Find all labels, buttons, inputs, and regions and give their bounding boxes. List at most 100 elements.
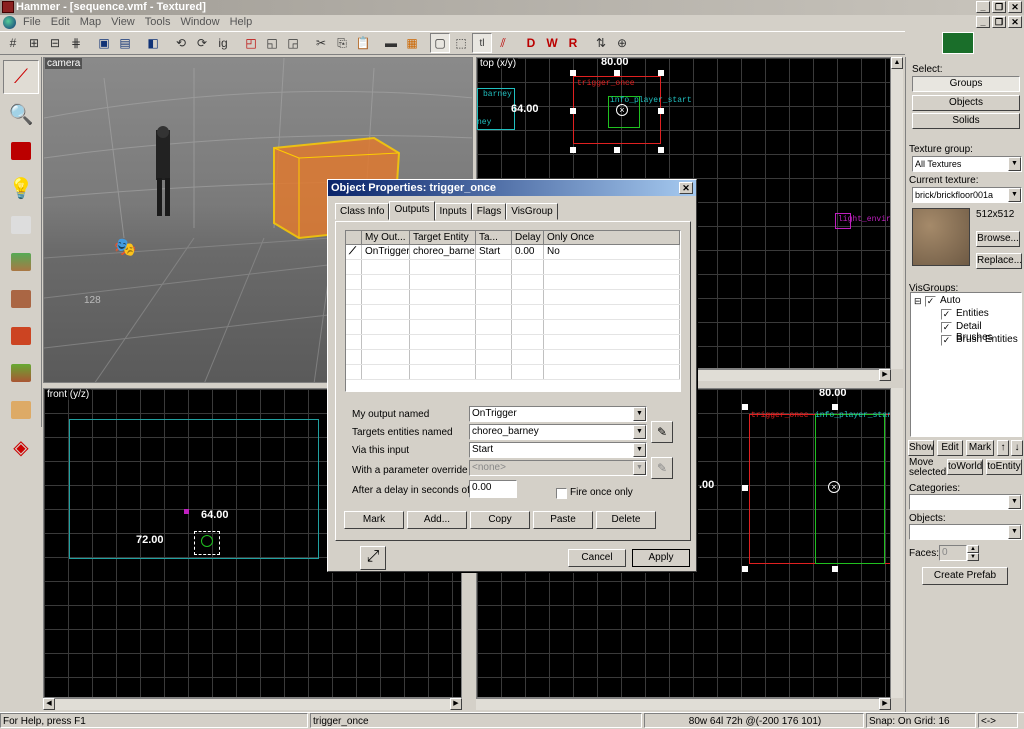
browse-button[interactable]: Browse... <box>976 231 1020 247</box>
select-objects-button[interactable]: Objects <box>912 95 1020 111</box>
grid-larger-icon[interactable]: ⊟ <box>45 33 65 53</box>
eyedropper-icon[interactable]: ✎ <box>651 421 673 443</box>
scroll-left-icon[interactable]: ◀ <box>43 698 55 710</box>
compile-icon[interactable]: ◧ <box>143 33 163 53</box>
chevron-down-icon[interactable]: ▼ <box>633 407 646 421</box>
select-groups-button[interactable]: Groups <box>912 76 1020 92</box>
minimize-button[interactable]: _ <box>976 1 990 13</box>
vertex-tool-icon[interactable] <box>3 393 39 427</box>
hollow-icon[interactable]: ◱ <box>262 33 282 53</box>
menu-file[interactable]: File <box>18 15 46 30</box>
delete-button[interactable]: Delete <box>596 511 656 529</box>
tab-class-info[interactable]: Class Info <box>335 203 390 220</box>
top-view-vscroll[interactable]: ▲ <box>891 57 903 369</box>
side-view-hscroll[interactable]: ▶ <box>476 698 891 710</box>
block-tool-icon[interactable] <box>3 208 39 242</box>
fire-once-checkbox[interactable] <box>556 488 567 499</box>
undo-icon[interactable]: ⟲ <box>171 33 191 53</box>
scroll-right-icon[interactable]: ▶ <box>879 369 891 381</box>
chevron-down-icon[interactable]: ▼ <box>1008 495 1021 509</box>
chevron-down-icon[interactable]: ▼ <box>633 461 646 475</box>
arrow-down-icon[interactable]: ↓ <box>1011 440 1023 456</box>
menu-map[interactable]: Map <box>75 15 106 30</box>
selection-box-icon[interactable]: ▢ <box>430 33 450 53</box>
col-only-once[interactable]: Only Once <box>544 231 680 244</box>
tab-inputs[interactable]: Inputs <box>434 203 472 220</box>
apply-button[interactable]: Apply <box>632 549 690 567</box>
grid-icon[interactable]: # <box>3 33 23 53</box>
tab-visgroup[interactable]: VisGroup <box>506 203 558 220</box>
categories-select[interactable]: ▼ <box>909 494 1022 510</box>
cancel-button[interactable]: Cancel <box>568 549 626 567</box>
carve-icon[interactable]: ◰ <box>241 33 261 53</box>
apply-texture-tool-icon[interactable] <box>3 282 39 316</box>
side-view-vscroll[interactable] <box>891 388 903 698</box>
chevron-down-icon[interactable]: ▼ <box>1008 157 1021 171</box>
outputs-list[interactable]: My Out... Target Entity Ta... Delay Only… <box>345 230 681 392</box>
visgroup-item[interactable]: Auto <box>940 295 961 306</box>
to-world-button[interactable]: toWorld <box>947 459 983 475</box>
camera-tool-icon[interactable] <box>3 134 39 168</box>
col-target-input[interactable]: Ta... <box>476 231 512 244</box>
parameter-override-select[interactable]: <none> ▼ <box>469 460 647 476</box>
grid-smaller-icon[interactable]: ⊞ <box>24 33 44 53</box>
redo-icon[interactable]: ⟳ <box>192 33 212 53</box>
spin-up-icon[interactable]: ▲ <box>967 545 979 553</box>
transform-icon[interactable]: ⫽ <box>493 33 513 53</box>
table-row[interactable]: ⟋ OnTrigger choreo_barney Start 0.00 No <box>346 245 680 260</box>
paste-icon[interactable]: 📋 <box>353 33 373 53</box>
to-entity-button[interactable]: toEntity <box>986 459 1022 475</box>
dialog-close-button[interactable]: ✕ <box>679 182 693 194</box>
texture-app-tool-icon[interactable] <box>3 245 39 279</box>
zoom-box-icon[interactable]: ⬚ <box>451 33 471 53</box>
visgroups-tree[interactable]: ⊟ ✓ Auto ✓ Entities ✓ Detail Brushes ✓ B… <box>910 292 1022 437</box>
textured-icon[interactable]: ▦ <box>402 33 422 53</box>
front-view-hscroll[interactable]: ◀ ▶ <box>43 698 462 710</box>
scroll-right-icon[interactable]: ▶ <box>450 698 462 710</box>
chevron-down-icon[interactable]: ▼ <box>633 425 646 439</box>
magnify-tool-icon[interactable]: 🔍 <box>3 97 39 131</box>
document-globe-icon[interactable] <box>3 16 16 29</box>
copy-button[interactable]: Copy <box>470 511 530 529</box>
save-window-icon[interactable]: ▤ <box>115 33 135 53</box>
doc-restore-button[interactable]: ❐ <box>992 16 1006 28</box>
col-delay[interactable]: Delay <box>512 231 544 244</box>
copy-icon[interactable]: ⎘ <box>332 33 352 53</box>
chevron-down-icon[interactable]: ▼ <box>1008 188 1021 202</box>
menu-edit[interactable]: Edit <box>46 15 75 30</box>
visgroup-edit-button[interactable]: Edit <box>937 440 963 456</box>
path-tool-icon[interactable]: ◈ <box>3 430 39 464</box>
visgroup-show-button[interactable]: Show <box>908 440 934 456</box>
scroll-right-icon[interactable]: ▶ <box>879 698 891 710</box>
mark-button[interactable]: Mark <box>344 511 404 529</box>
text-label-icon[interactable]: tl <box>472 33 492 53</box>
visgroup-item[interactable]: Entities <box>956 308 989 319</box>
texture-lock-icon[interactable]: ig <box>213 33 233 53</box>
tab-outputs[interactable]: Outputs <box>389 201 435 221</box>
menu-window[interactable]: Window <box>175 15 224 30</box>
output-name-select[interactable]: OnTrigger ▼ <box>469 406 647 422</box>
spin-down-icon[interactable]: ▼ <box>967 553 979 561</box>
cordon-icon[interactable]: R <box>563 33 583 53</box>
restore-button[interactable]: ❐ <box>992 1 1006 13</box>
via-input-select[interactable]: Start ▼ <box>469 442 647 458</box>
add-button[interactable]: Add... <box>407 511 467 529</box>
chevron-down-icon[interactable]: ▼ <box>1008 525 1021 539</box>
entity-tool-icon[interactable]: 💡 <box>3 171 39 205</box>
chevron-down-icon[interactable]: ▼ <box>633 443 646 457</box>
select-solids-button[interactable]: Solids <box>912 113 1020 129</box>
col-my-output[interactable]: My Out... <box>362 231 410 244</box>
tab-flags[interactable]: Flags <box>471 203 507 220</box>
current-texture-select[interactable]: brick/brickfloor001a ▼ <box>912 187 1022 203</box>
decal-tool-icon[interactable] <box>3 319 39 353</box>
eyedropper-disabled-icon[interactable]: ✎ <box>651 457 673 479</box>
close-button[interactable]: ✕ <box>1008 1 1022 13</box>
run-map-icon[interactable]: ⇅ <box>591 33 611 53</box>
group-ignore-icon[interactable]: D <box>521 33 541 53</box>
group-icon[interactable]: ◲ <box>283 33 303 53</box>
clip-tool-icon[interactable] <box>3 356 39 390</box>
faces-input[interactable]: 0 <box>939 545 967 561</box>
doc-close-button[interactable]: ✕ <box>1008 16 1022 28</box>
scroll-up-icon[interactable]: ▲ <box>891 57 903 69</box>
menu-view[interactable]: View <box>106 15 140 30</box>
